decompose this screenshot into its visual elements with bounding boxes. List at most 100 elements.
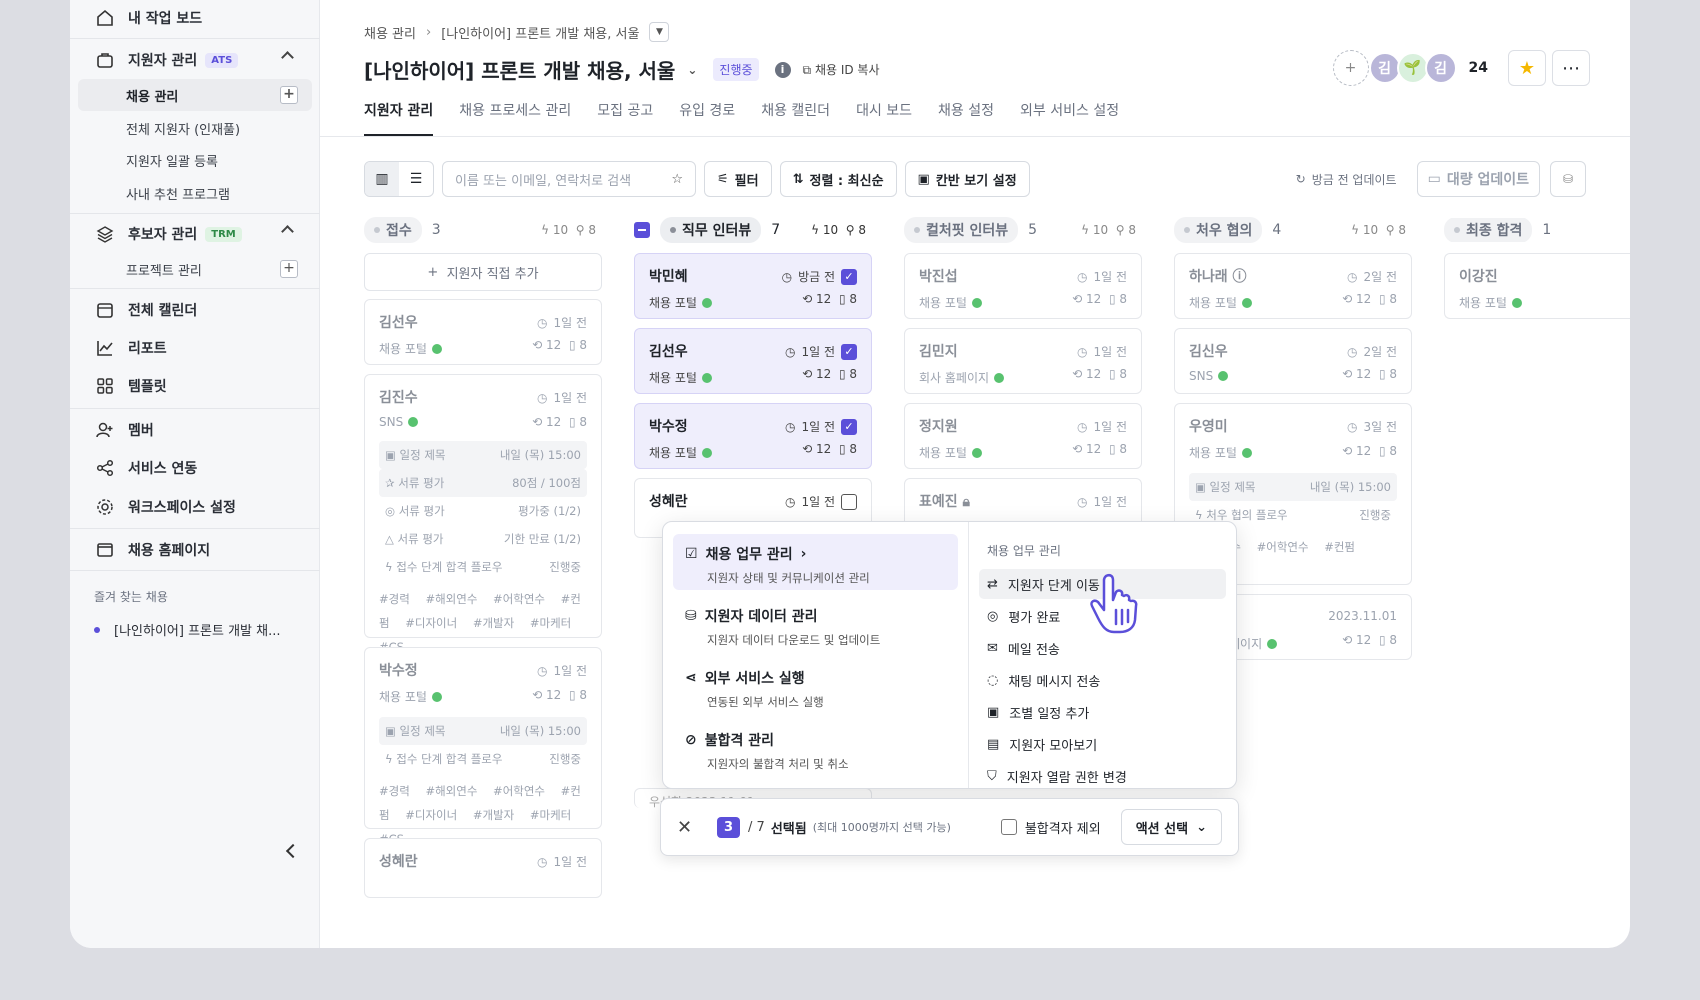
clock-icon: ◷ [536, 315, 548, 330]
sidebar-item-template[interactable]: 템플릿 [78, 370, 312, 402]
applicant-card[interactable]: 박수정 ◷ 1일 전 ✓ 채용 포털 ⟲ 12 ▯ 8 [634, 403, 872, 469]
card-checkbox[interactable] [841, 493, 857, 510]
applicant-card[interactable]: 하나래 ⓘ ◷ 2일 전 채용 포털 ⟲ 12 ▯ 8 [1174, 253, 1412, 319]
sidebar-item-bulk-register[interactable]: 지원자 일괄 등록 [78, 144, 312, 176]
add-icon[interactable]: + [280, 260, 298, 278]
tab-external-services[interactable]: 외부 서비스 설정 [1020, 100, 1119, 136]
sidebar-item-integrations[interactable]: 서비스 연동 [78, 452, 312, 484]
sidebar-item-members[interactable]: 멤버 [78, 414, 312, 446]
menu-item-rejection[interactable]: ⊘ 불합격 관리 지원자의 불합격 처리 및 취소 [673, 720, 958, 776]
menu-item-recruit-tasks[interactable]: ☑ 채용 업무 관리 › 지원자 상태 및 커뮤니케이션 관리 [673, 534, 958, 590]
sidebar-item-my-board[interactable]: 내 작업 보드 [78, 2, 312, 34]
selected-label: 선택됨 [770, 821, 807, 837]
applicant-card[interactable]: 박진섭 ◷ 1일 전 채용 포털 ⟲ 12 ▯ 8 [904, 253, 1142, 319]
action-categories: ☑ 채용 업무 관리 › 지원자 상태 및 커뮤니케이션 관리 ⛁ 지원자 데이터 관… [663, 522, 969, 788]
applicant-card[interactable]: 김신우 ◷ 2일 전 SNS ⟲ 12 ▯ 8 [1174, 328, 1412, 394]
star-outline-icon[interactable]: ☆ [671, 172, 683, 187]
check-circle-icon [701, 297, 712, 308]
sidebar-item-career-site[interactable]: 채용 홈페이지 [78, 534, 312, 566]
filter-button[interactable]: ⚟ 필터 [704, 161, 772, 197]
copy-id-button[interactable]: ⧉ 채용 ID 복사 [803, 61, 880, 78]
more-icon[interactable]: ⋯ [1552, 50, 1590, 86]
sidebar-item-project-management[interactable]: 프로젝트 관리 + [78, 253, 312, 285]
avatar[interactable]: 🌱 [1396, 52, 1429, 84]
avatar[interactable]: 김 [1424, 52, 1457, 84]
kanban-settings-button[interactable]: ▣ 칸반 보기 설정 [904, 161, 1030, 197]
sidebar-item-workspace-settings[interactable]: 워크스페이스 설정 [78, 491, 312, 523]
check-circle-icon [1241, 297, 1252, 308]
sidebar-item-recruit-management[interactable]: 채용 관리 + [78, 79, 312, 111]
collapse-sidebar-icon[interactable] [285, 843, 301, 859]
caret-down-icon[interactable]: ▼ [649, 22, 670, 42]
applicant-card[interactable]: 김선우 ◷ 1일 전 ✓ 채용 포털 ⟲ 12 ▯ 8 [634, 328, 872, 394]
menu-item-external-services[interactable]: ⋖ 외부 서비스 실행 연동된 외부 서비스 실행 [673, 658, 958, 714]
counts: ⟲ 12 ▯ 8 [1342, 444, 1397, 458]
sidebar-label: 지원자 관리 [128, 53, 198, 69]
applicant-card[interactable]: 김진수 ◷ 1일 전 SNS ⟲ 12 ▯ 8 ▣ 일정 제목 내일 (목) 15:… [364, 374, 602, 654]
sidebar-label: 후보자 관리 [128, 227, 198, 243]
sort-button[interactable]: ⇅ 정렬 : 최신순 [779, 161, 897, 197]
applicant-card[interactable]: 정지원 ◷ 1일 전 채용 포털 ⟲ 12 ▯ 8 [904, 403, 1142, 469]
action-select-button[interactable]: 액션 선택 ⌄ [1120, 809, 1222, 845]
sidebar-item-referral[interactable]: 사내 추천 프로그램 [78, 177, 312, 209]
close-icon[interactable]: ✕ [677, 817, 707, 838]
tab-sources[interactable]: 유입 경로 [679, 100, 735, 136]
tab-process[interactable]: 채용 프로세스 관리 [459, 100, 571, 136]
sidebar-item-all-applicants[interactable]: 전체 지원자 (인재풀) [78, 112, 312, 144]
favorite-item[interactable]: [나인하이어] 프론트 개발 채... [94, 620, 281, 639]
applicant-card[interactable]: 이강진 채용 포털 [1444, 253, 1630, 319]
schedule-row: ϟ 접수 단계 합격 플로우 진행중 [385, 560, 581, 574]
shield-icon: ⛉ [987, 768, 997, 784]
sidebar-item-candidate-management[interactable]: 후보자 관리 TRM [78, 218, 312, 250]
applicant-card[interactable]: 김민지 ◷ 1일 전 회사 홈페이지 ⟲ 12 ▯ 8 [904, 328, 1142, 394]
action-change-permission[interactable]: ⛉ 지원자 열람 권한 변경 [979, 761, 1226, 791]
column-header: 처우 협의 4 ϟ 10 ⚲ 8 [1174, 217, 1406, 243]
star-icon[interactable]: ★ [1508, 50, 1546, 86]
exclude-rejected-toggle[interactable]: 불합격자 제외 [1000, 818, 1101, 837]
breadcrumb-item[interactable]: 채용 관리 [364, 23, 416, 42]
tab-applicants[interactable]: 지원자 관리 [364, 100, 434, 136]
action-send-chat[interactable]: ◌ 채팅 메시지 전송 [979, 665, 1226, 695]
chevron-up-icon[interactable] [281, 51, 294, 64]
checkbox[interactable] [1000, 819, 1017, 835]
tab-dashboard[interactable]: 대시 보드 [856, 100, 912, 136]
calendar-plus-icon: ▣ [987, 704, 1000, 720]
sidebar-item-applicant-management[interactable]: 지원자 관리 ATS [78, 44, 312, 76]
database-icon[interactable]: ⛁ [1550, 161, 1586, 197]
sidebar-item-report[interactable]: 리포트 [78, 332, 312, 364]
menu-item-data-management[interactable]: ⛁ 지원자 데이터 관리 지원자 데이터 다운로드 및 업데이트 [673, 596, 958, 652]
avatar[interactable]: 김 [1368, 52, 1401, 84]
tab-calendar[interactable]: 채용 캘린더 [761, 100, 830, 136]
column-select-checkbox[interactable] [634, 222, 650, 238]
bulk-update-button[interactable]: ▭ 대량 업데이트 [1416, 161, 1540, 197]
add-icon[interactable]: + [280, 86, 298, 104]
info-icon[interactable]: i [774, 61, 791, 78]
clock-icon: ◷ [784, 494, 796, 509]
applicant-card[interactable]: 성혜란 ◷ 1일 전 [364, 838, 602, 898]
card-checkbox[interactable]: ✓ [841, 343, 857, 360]
sidebar-item-calendar[interactable]: 전체 캘린더 [78, 294, 312, 326]
chevron-down-icon[interactable]: ⌄ [687, 63, 697, 77]
kanban-view-icon[interactable]: ▥ [365, 162, 399, 196]
refresh-button[interactable]: ↻ 방금 전 업데이트 [1286, 171, 1407, 188]
add-applicant-button[interactable]: + 지원자 직접 추가 [364, 253, 602, 291]
search-input[interactable]: 이름 또는 이메일, 연락처로 검색 ☆ [442, 161, 696, 197]
add-member-icon[interactable]: + [1332, 50, 1369, 86]
list-view-icon[interactable]: ☰ [399, 162, 433, 196]
action-view-applicants[interactable]: ▤ 지원자 모아보기 [979, 729, 1226, 759]
applicant-card[interactable]: 박민혜 ◷ 방금 전 ✓ 채용 포털 ⟲ 12 ▯ 8 [634, 253, 872, 319]
tab-job-posting[interactable]: 모집 공고 [597, 100, 653, 136]
action-add-schedule[interactable]: ▣ 조별 일정 추가 [979, 697, 1226, 727]
card-checkbox[interactable]: ✓ [841, 268, 857, 285]
breadcrumb-item[interactable]: [나인하이어] 프론트 개발 채용, 서울 [441, 23, 639, 42]
tab-settings[interactable]: 채용 설정 [938, 100, 994, 136]
check-circle-icon [701, 447, 712, 458]
chevron-up-icon[interactable] [281, 225, 294, 238]
sort-label: 정렬 : 최신순 [809, 173, 884, 189]
applicant-card[interactable]: 김선우 ◷ 1일 전 채용 포털 ⟲ 12 ▯ 8 [364, 299, 602, 365]
check-circle-icon [1241, 447, 1252, 458]
applicant-card[interactable]: 박수정 ◷ 1일 전 채용 포털 ⟲ 12 ▯ 8 ▣ 일정 제목 내일 (목) 1… [364, 647, 602, 846]
action-send-email[interactable]: ✉ 메일 전송 [979, 633, 1226, 663]
card-checkbox[interactable]: ✓ [841, 418, 857, 435]
check-circle-icon [994, 372, 1005, 383]
